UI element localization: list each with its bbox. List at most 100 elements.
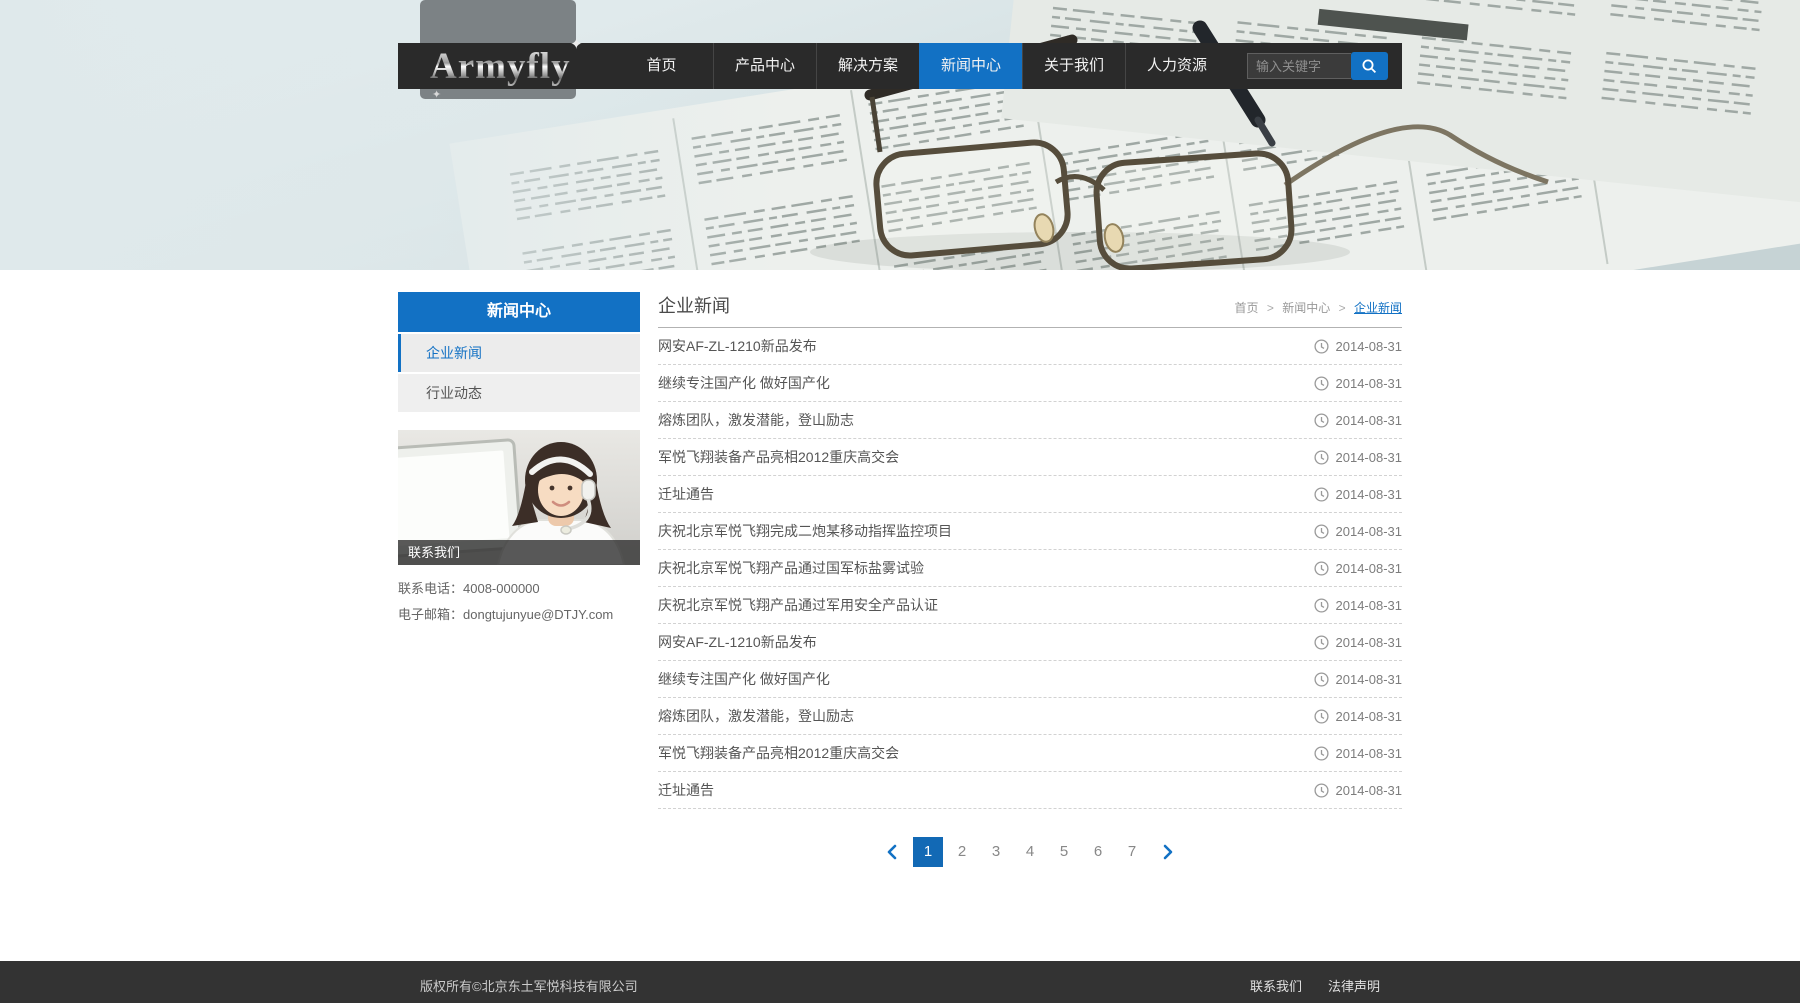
news-list-item[interactable]: 熔炼团队，激发潜能，登山励志 2014-08-31 <box>658 402 1402 439</box>
breadcrumb-separator: > <box>1339 301 1346 315</box>
footer-link-contact[interactable]: 联系我们 <box>1250 976 1302 995</box>
sidebar-item-industry-trends[interactable]: 行业动态 <box>398 374 640 412</box>
page-button-1[interactable]: 1 <box>913 837 943 867</box>
breadcrumb-company-news[interactable]: 企业新闻 <box>1354 301 1402 315</box>
news-list-item[interactable]: 网安AF-ZL-1210新品发布 2014-08-31 <box>658 624 1402 661</box>
logo-star-icon: ✦ <box>432 88 441 101</box>
news-item-date: 2014-08-31 <box>1336 413 1403 428</box>
news-list-item[interactable]: 熔炼团队，激发潜能，登山励志 2014-08-31 <box>658 698 1402 735</box>
news-item-date: 2014-08-31 <box>1336 450 1403 465</box>
news-item-date: 2014-08-31 <box>1336 672 1403 687</box>
news-item-title[interactable]: 庆祝北京军悦飞翔产品通过国军标盐雾试验 <box>658 558 1294 578</box>
news-list-item[interactable]: 迁址通告 2014-08-31 <box>658 772 1402 809</box>
news-item-date: 2014-08-31 <box>1336 487 1403 502</box>
chevron-left-icon <box>885 843 899 861</box>
chevron-right-icon <box>1161 843 1175 861</box>
news-item-title[interactable]: 迁址通告 <box>658 484 1294 504</box>
breadcrumb: 首页 > 新闻中心 > 企业新闻 <box>1235 299 1402 316</box>
news-list-item[interactable]: 网安AF-ZL-1210新品发布 2014-08-31 <box>658 328 1402 365</box>
news-item-title[interactable]: 网安AF-ZL-1210新品发布 <box>658 336 1294 356</box>
nav-item-home[interactable]: 首页 <box>610 43 713 89</box>
news-item-date: 2014-08-31 <box>1336 376 1403 391</box>
search-box <box>1247 52 1388 80</box>
page-button-2[interactable]: 2 <box>947 837 977 867</box>
search-input[interactable] <box>1247 53 1351 79</box>
news-item-title[interactable]: 继续专注国产化 做好国产化 <box>658 373 1294 393</box>
nav-item-solutions[interactable]: 解决方案 <box>816 43 919 89</box>
news-item-title[interactable]: 军悦飞翔装备产品亮相2012重庆高交会 <box>658 743 1294 763</box>
news-item-title[interactable]: 军悦飞翔装备产品亮相2012重庆高交会 <box>658 447 1294 467</box>
clock-icon <box>1314 746 1329 761</box>
breadcrumb-separator: > <box>1267 301 1274 315</box>
clock-icon <box>1314 487 1329 502</box>
footer-link-legal[interactable]: 法律声明 <box>1328 976 1380 995</box>
breadcrumb-home[interactable]: 首页 <box>1235 301 1259 315</box>
next-page-button[interactable] <box>1158 837 1178 867</box>
sidebar: 新闻中心 企业新闻 行业动态 <box>398 292 640 630</box>
news-item-date: 2014-08-31 <box>1336 561 1403 576</box>
pagination: 1 2 3 4 5 6 7 <box>658 837 1402 867</box>
news-list-item[interactable]: 继续专注国产化 做好国产化 2014-08-31 <box>658 661 1402 698</box>
clock-icon <box>1314 561 1329 576</box>
news-list-item[interactable]: 庆祝北京军悦飞翔产品通过国军标盐雾试验 2014-08-31 <box>658 550 1402 587</box>
news-item-title[interactable]: 庆祝北京军悦飞翔完成二炮某移动指挥监控项目 <box>658 521 1294 541</box>
news-list-item[interactable]: 军悦飞翔装备产品亮相2012重庆高交会 2014-08-31 <box>658 735 1402 772</box>
nav-item-hr[interactable]: 人力资源 <box>1125 43 1228 89</box>
news-item-title[interactable]: 网安AF-ZL-1210新品发布 <box>658 632 1294 652</box>
contact-email: 电子邮箱：dongtujunyue@DTJY.com <box>398 604 640 623</box>
logo-text: Armyfly <box>430 45 571 88</box>
newspaper-glasses-image <box>0 0 1800 270</box>
news-item-date: 2014-08-31 <box>1336 635 1403 650</box>
page-title: 企业新闻 <box>658 292 730 318</box>
news-item-date: 2014-08-31 <box>1336 783 1403 798</box>
sidebar-item-company-news[interactable]: 企业新闻 <box>398 334 640 372</box>
news-item-title[interactable]: 熔炼团队，激发潜能，登山励志 <box>658 410 1294 430</box>
footer: 版权所有©北京东土军悦科技有限公司 联系我们 法律声明 <box>0 961 1800 1003</box>
news-item-title[interactable]: 继续专注国产化 做好国产化 <box>658 669 1294 689</box>
page-button-6[interactable]: 6 <box>1083 837 1113 867</box>
news-list-item[interactable]: 庆祝北京军悦飞翔产品通过军用安全产品认证 2014-08-31 <box>658 587 1402 624</box>
page-button-5[interactable]: 5 <box>1049 837 1079 867</box>
contact-phone: 联系电话：4008-000000 <box>398 578 640 597</box>
clock-icon <box>1314 635 1329 650</box>
news-item-date: 2014-08-31 <box>1336 598 1403 613</box>
contact-caption: 联系我们 <box>398 540 640 565</box>
clock-icon <box>1314 376 1329 391</box>
news-list: 网安AF-ZL-1210新品发布 2014-08-31 继续专注国产化 做好国产… <box>658 328 1402 809</box>
page-button-3[interactable]: 3 <box>981 837 1011 867</box>
search-button[interactable] <box>1351 52 1388 80</box>
news-item-date: 2014-08-31 <box>1336 339 1403 354</box>
news-list-item[interactable]: 军悦飞翔装备产品亮相2012重庆高交会 2014-08-31 <box>658 439 1402 476</box>
logo[interactable]: Armyfly ✦ ✦ <box>430 43 571 89</box>
news-item-date: 2014-08-31 <box>1336 524 1403 539</box>
page-button-4[interactable]: 4 <box>1015 837 1045 867</box>
search-icon <box>1361 58 1378 75</box>
contact-info: 联系电话：4008-000000 电子邮箱：dongtujunyue@DTJY.… <box>398 578 640 623</box>
nav-item-about[interactable]: 关于我们 <box>1022 43 1125 89</box>
nav-item-news[interactable]: 新闻中心 <box>919 43 1022 89</box>
copyright-text: 版权所有©北京东土军悦科技有限公司 <box>420 976 638 995</box>
hero-banner <box>0 0 1800 270</box>
news-item-date: 2014-08-31 <box>1336 709 1403 724</box>
main-menu: 首页 产品中心 解决方案 新闻中心 关于我们 人力资源 <box>610 43 1228 89</box>
page: Armyfly ✦ ✦ 首页 产品中心 解决方案 新闻中心 关于我们 人力资源 <box>0 0 1800 1003</box>
breadcrumb-news-center[interactable]: 新闻中心 <box>1282 301 1330 315</box>
contact-card[interactable]: 联系我们 <box>398 430 640 565</box>
clock-icon <box>1314 709 1329 724</box>
logo-star-icon: ✦ <box>570 35 583 53</box>
clock-icon <box>1314 524 1329 539</box>
clock-icon <box>1314 450 1329 465</box>
news-item-title[interactable]: 迁址通告 <box>658 780 1294 800</box>
page-button-7[interactable]: 7 <box>1117 837 1147 867</box>
clock-icon <box>1314 413 1329 428</box>
news-item-date: 2014-08-31 <box>1336 746 1403 761</box>
news-list-item[interactable]: 继续专注国产化 做好国产化 2014-08-31 <box>658 365 1402 402</box>
news-list-item[interactable]: 庆祝北京军悦飞翔完成二炮某移动指挥监控项目 2014-08-31 <box>658 513 1402 550</box>
sidebar-title: 新闻中心 <box>398 292 640 332</box>
nav-item-products[interactable]: 产品中心 <box>713 43 816 89</box>
clock-icon <box>1314 672 1329 687</box>
news-list-item[interactable]: 迁址通告 2014-08-31 <box>658 476 1402 513</box>
news-item-title[interactable]: 熔炼团队，激发潜能，登山励志 <box>658 706 1294 726</box>
news-item-title[interactable]: 庆祝北京军悦飞翔产品通过军用安全产品认证 <box>658 595 1294 615</box>
prev-page-button[interactable] <box>882 837 902 867</box>
